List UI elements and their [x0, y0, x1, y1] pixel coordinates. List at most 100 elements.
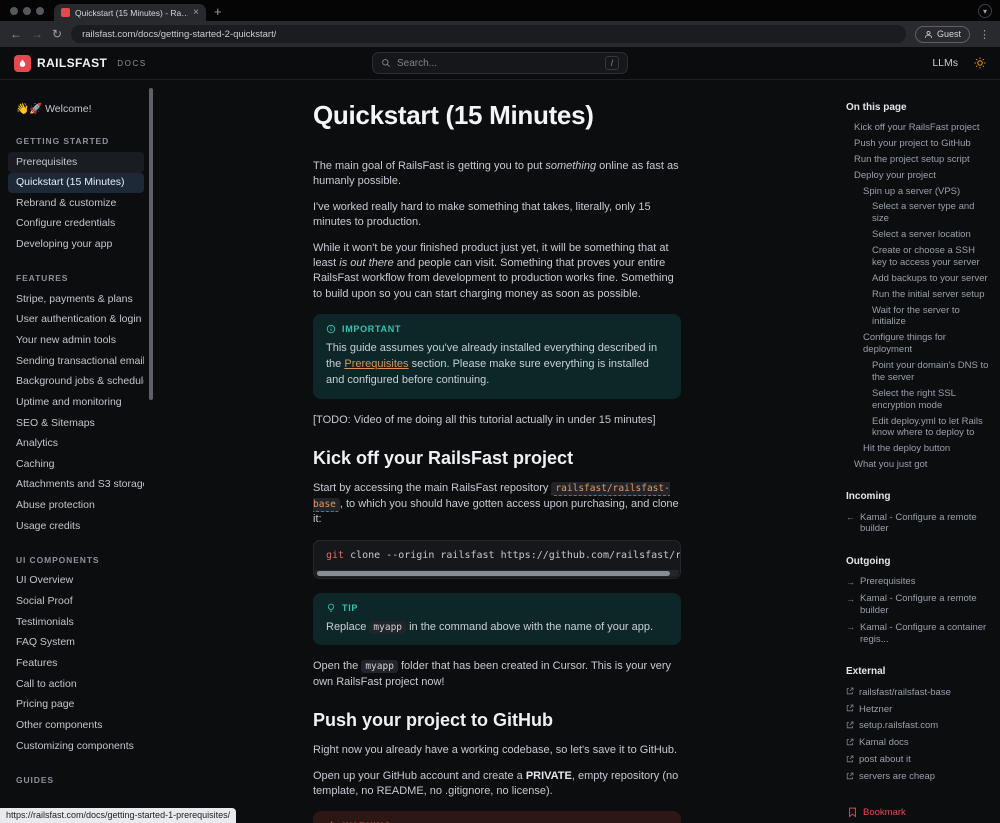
- toc-item[interactable]: Hit the deploy button: [863, 441, 990, 457]
- arrow-right-icon: →: [846, 593, 855, 604]
- sidebar-item[interactable]: Developing your app: [8, 235, 144, 256]
- forward-button[interactable]: →: [31, 28, 43, 40]
- toc-item[interactable]: Point your domain's DNS to the server: [872, 358, 990, 386]
- sidebar-section-guides: GUIDES: [16, 774, 54, 785]
- guest-profile-button[interactable]: Guest: [914, 25, 970, 43]
- window-zoom-button[interactable]: [36, 7, 44, 15]
- sidebar-scrollbar: [148, 80, 154, 823]
- info-icon: [326, 324, 336, 334]
- browser-menu-button[interactable]: ⋮: [979, 28, 990, 41]
- horizontal-scrollbar[interactable]: [315, 569, 679, 577]
- external-link[interactable]: servers are cheap: [846, 769, 990, 786]
- outgoing-link[interactable]: → Kamal - Configure a remote builder: [846, 591, 990, 620]
- sidebar-item[interactable]: UI Overview: [8, 571, 144, 592]
- sidebar-item[interactable]: Pricing page: [8, 695, 144, 716]
- sidebar-item[interactable]: Caching: [8, 454, 144, 475]
- external-link[interactable]: Kamal docs: [846, 735, 990, 752]
- toc-item[interactable]: Select a server location: [872, 227, 990, 243]
- sidebar-item[interactable]: Background jobs & scheduled...: [8, 372, 144, 393]
- external-link[interactable]: setup.railsfast.com: [846, 718, 990, 735]
- toc-item[interactable]: Configure things for deployment: [863, 330, 990, 358]
- sidebar-item[interactable]: Attachments and S3 storage: [8, 475, 144, 496]
- sidebar-item[interactable]: Usage credits: [8, 516, 144, 537]
- external-link-icon: [846, 772, 854, 780]
- incoming-link[interactable]: ← Kamal - Configure a remote builder: [846, 509, 990, 538]
- toc-title: On this page: [846, 102, 907, 113]
- toc-item[interactable]: Push your project to GitHub: [854, 136, 990, 152]
- toc-item[interactable]: Spin up a server (VPS): [863, 184, 990, 200]
- tab-search-button[interactable]: ▾: [978, 4, 992, 18]
- sidebar-item[interactable]: Other components: [8, 715, 144, 736]
- incoming-title: Incoming: [846, 491, 891, 502]
- toc-item[interactable]: Kick off your RailsFast project: [854, 120, 990, 136]
- browser-tab[interactable]: Quickstart (15 Minutes) - Ra… ×: [54, 4, 206, 21]
- scrollbar-thumb[interactable]: [149, 88, 153, 400]
- tab-close-icon[interactable]: ×: [193, 7, 199, 18]
- docs-sidebar: 👋🚀 Welcome! GETTING STARTED Prerequisite…: [0, 80, 148, 823]
- sidebar-section-features: FEATURES: [16, 273, 69, 284]
- sidebar-item[interactable]: Social Proof: [8, 592, 144, 613]
- search-shortcut-key: /: [605, 56, 619, 70]
- toc-item[interactable]: Wait for the server to initialize: [872, 303, 990, 331]
- toc-item[interactable]: Run the initial server setup: [872, 287, 990, 303]
- toc-item[interactable]: Select a server type and size: [872, 199, 990, 227]
- sidebar-item[interactable]: Abuse protection: [8, 496, 144, 517]
- sidebar-item[interactable]: Customizing components: [8, 736, 144, 757]
- toc-item[interactable]: Edit deploy.yml to let Rails know where …: [872, 414, 990, 442]
- sidebar-item-welcome[interactable]: 👋🚀 Welcome!: [8, 98, 144, 118]
- tab-title: Quickstart (15 Minutes) - Ra…: [75, 7, 189, 18]
- railsfast-favicon: [61, 8, 70, 17]
- external-link[interactable]: post about it: [846, 752, 990, 769]
- scrollbar-thumb[interactable]: [317, 570, 671, 576]
- browser-window: Quickstart (15 Minutes) - Ra… × + ▾ ← → …: [0, 0, 1000, 823]
- new-tab-button[interactable]: +: [214, 5, 222, 18]
- sidebar-item[interactable]: User authentication & login: [8, 310, 144, 331]
- sidebar-item[interactable]: Call to action: [8, 674, 144, 695]
- address-bar[interactable]: railsfast.com/docs/getting-started-2-qui…: [71, 25, 906, 43]
- toc-item[interactable]: Select the right SSL encryption mode: [872, 386, 990, 414]
- reload-button[interactable]: ↻: [52, 28, 62, 40]
- theme-toggle-sun-icon[interactable]: [974, 57, 986, 69]
- sidebar-item[interactable]: FAQ System: [8, 633, 144, 654]
- sidebar-item[interactable]: Rebrand & customize: [8, 193, 144, 214]
- sidebar-item[interactable]: Testimonials: [8, 612, 144, 633]
- main-content: Quickstart (15 Minutes) The main goal of…: [154, 80, 840, 823]
- toc-item[interactable]: Add backups to your server: [872, 271, 990, 287]
- arrow-left-icon: ←: [846, 512, 855, 522]
- window-minimize-button[interactable]: [23, 7, 31, 15]
- outgoing-link[interactable]: → Kamal - Configure a container regis...: [846, 619, 990, 648]
- sidebar-item[interactable]: Sending transactional emails: [8, 351, 144, 372]
- paragraph: Open the myapp folder that has been crea…: [313, 660, 672, 688]
- prerequisites-link[interactable]: Prerequisites: [344, 358, 408, 370]
- bookmark-icon: [849, 807, 856, 818]
- sidebar-item[interactable]: Configure credentials: [8, 214, 144, 235]
- window-close-button[interactable]: [10, 7, 18, 15]
- sidebar-item-quickstart[interactable]: Quickstart (15 Minutes): [8, 172, 144, 194]
- external-link[interactable]: Hetzner: [846, 701, 990, 718]
- sidebar-item[interactable]: SEO & Sitemaps: [8, 413, 144, 434]
- sidebar-section-getting-started: GETTING STARTED: [16, 136, 110, 146]
- toc-item[interactable]: Create or choose a SSH key to access you…: [872, 243, 990, 271]
- bookmark-button[interactable]: Bookmark: [848, 807, 990, 818]
- sidebar-item[interactable]: Features: [8, 653, 144, 674]
- callout-header: IMPORTANT: [326, 324, 668, 334]
- sidebar-item[interactable]: Uptime and monitoring: [8, 392, 144, 413]
- back-button[interactable]: ←: [10, 28, 22, 40]
- sidebar-item-prerequisites[interactable]: Prerequisites: [8, 152, 144, 173]
- inline-code: myapp: [361, 660, 398, 674]
- railsfast-logo[interactable]: RAILSFAST DOCS: [14, 54, 147, 72]
- sidebar-item[interactable]: Stripe, payments & plans: [8, 289, 144, 310]
- external-link[interactable]: railsfast/railsfast-base: [846, 684, 990, 701]
- callout-body: This guide assumes you've already instal…: [326, 342, 658, 386]
- site-header: RAILSFAST DOCS / LLMs: [0, 47, 1000, 80]
- llms-link[interactable]: LLMs: [932, 57, 958, 69]
- sidebar-item[interactable]: Analytics: [8, 434, 144, 455]
- code-block-clone: git clone --origin railsfast https://git…: [313, 539, 681, 579]
- toc-item[interactable]: Run the project setup script: [854, 152, 990, 168]
- search-input[interactable]: [397, 57, 599, 69]
- toc-item[interactable]: Deploy your project: [854, 168, 990, 184]
- search-box[interactable]: /: [372, 52, 628, 74]
- sidebar-item[interactable]: Your new admin tools: [8, 330, 144, 351]
- toc-item[interactable]: What you just got: [854, 457, 990, 473]
- outgoing-link[interactable]: → Prerequisites: [846, 574, 990, 591]
